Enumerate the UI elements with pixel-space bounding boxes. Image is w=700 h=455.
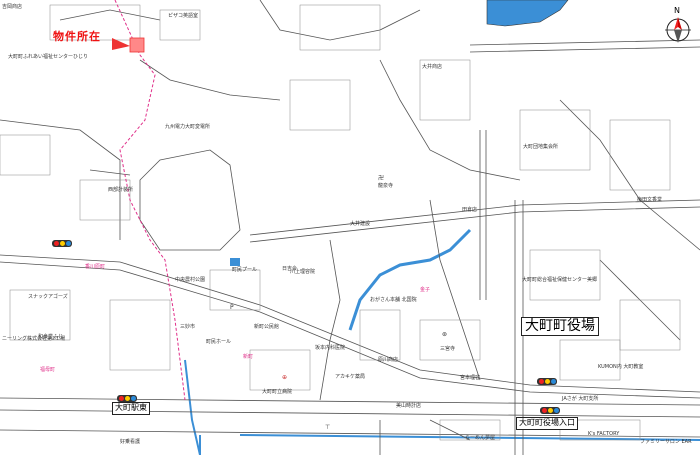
place-label: K's FACTORY [588, 431, 620, 437]
area-label: 金子 [420, 287, 431, 293]
map-roads [0, 0, 700, 455]
place-label: 坂本内科医院 [315, 345, 346, 351]
area-label: 福母町 [40, 367, 56, 373]
place-label: 大町町ふれあい福祉センターひじり [8, 54, 89, 60]
school-icon: ⊛ [442, 331, 448, 338]
place-label: 川上理容院 [290, 269, 316, 275]
hospital-icon: ⊕ [282, 374, 288, 381]
place-label: 中央農村公園 [175, 277, 206, 283]
place-label: アカキケ薬局 [335, 374, 366, 380]
reservoir [486, 0, 569, 27]
place-label: らーめん夢屋 [465, 435, 496, 441]
temple-icon: 卍 [378, 175, 385, 182]
town-hall-label: 大町町役場 [521, 317, 599, 337]
place-label: 吉岡商店 [2, 4, 23, 10]
place-label: 好乗看護 [120, 439, 141, 445]
place-label: 大町町立病院 [262, 389, 293, 395]
place-label: ピザコ英語室 [168, 13, 199, 19]
place-label: 町民プール [232, 267, 258, 273]
place-label: 美山時計店 [396, 403, 422, 409]
place-label: 町民ホール [206, 339, 232, 345]
place-label: KUMON内 大町教室 [598, 364, 644, 370]
place-label: 西部計装所 [108, 187, 134, 193]
compass-n-label: N [674, 6, 680, 15]
traffic-signal-icon [117, 395, 137, 402]
area-label: 香川原町 [85, 264, 106, 270]
place-label: スナックアゴーズ [28, 294, 68, 300]
place-label: 九州電力大町変電所 [165, 124, 211, 130]
traffic-signal-icon [540, 407, 560, 414]
area-label: 新町 [243, 354, 254, 360]
place-label: 大町町総合福祉保健センター美郷 [522, 277, 598, 283]
compass-icon [665, 17, 691, 43]
north-arrow: N [663, 6, 693, 46]
place-label: 三宮寺 [440, 346, 456, 352]
place-label: ファミリーサロン EAR [640, 439, 692, 445]
place-label: 三妙市 [180, 324, 196, 330]
place-label: 新町公民館 [254, 324, 280, 330]
station-label: 大町駅東 [112, 402, 150, 415]
parking-icon: P [230, 304, 234, 311]
place-label: 宮本理容 [460, 375, 481, 381]
place-label: おがさん本舗 北国院 [370, 297, 417, 303]
property-location-label: 物件所在 [53, 30, 101, 43]
place-label: 原川商店 [378, 357, 399, 363]
place-label: 梅田文香堂 [637, 197, 663, 203]
place-label: 和食堂ふじ [38, 334, 64, 340]
place-label: 田倉店 [462, 207, 478, 213]
place-label: 大井建設 [350, 221, 371, 227]
traffic-signal-icon [537, 378, 557, 385]
town-hall-entrance-label: 大町町役場入口 [516, 417, 578, 430]
place-label: 大井商店 [422, 64, 443, 70]
bus-stop-icon: ⊤ [325, 424, 331, 431]
traffic-signal-icon [52, 240, 72, 247]
place-label: 大町団地集会所 [523, 144, 559, 150]
place-label: JAさが 大町支所 [562, 396, 599, 402]
place-label: 龍泉寺 [378, 183, 394, 189]
map-canvas[interactable]: 物件所在 N 大町町役場 大町駅東 大町町役場入口 P ⊤ ⊕ ⊛ 卍 大町町ふ… [0, 0, 700, 455]
